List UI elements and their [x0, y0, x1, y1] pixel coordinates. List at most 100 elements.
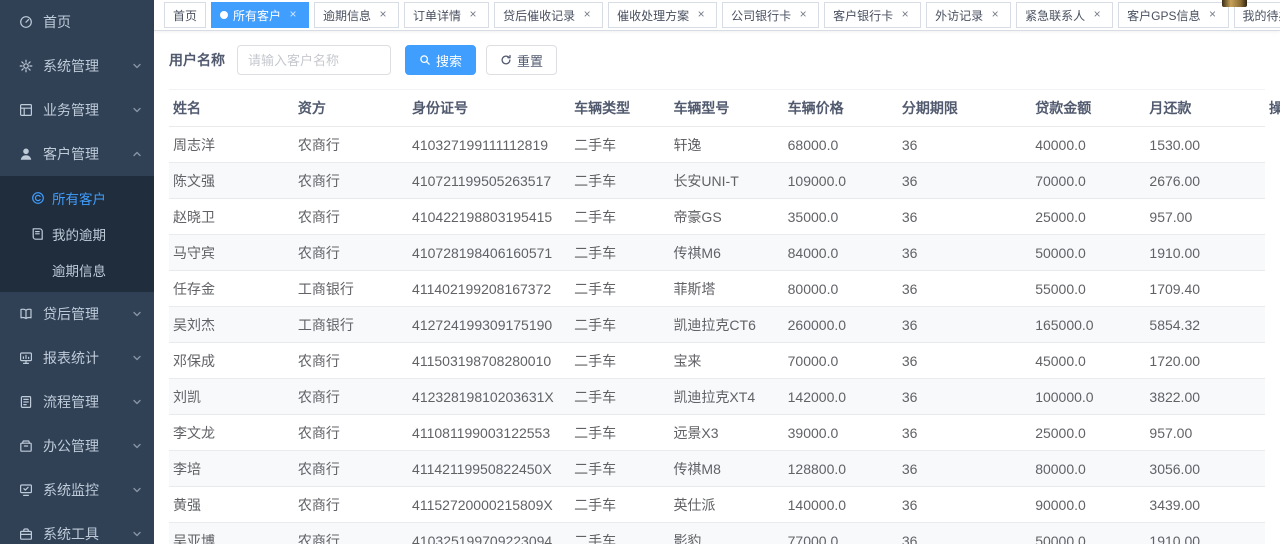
search-button-label: 搜索 [436, 51, 462, 70]
table-row: 马守宾农商行410728198406160571二手车传祺M684000.036… [169, 235, 1265, 271]
sidebar-item-label: 报表统计 [43, 348, 99, 368]
tab-label: 催收处理方案 [617, 7, 689, 24]
tab[interactable]: 首页 [164, 2, 206, 28]
tab[interactable]: 所有客户× [211, 2, 309, 28]
table-row: 周志洋农商行410327199111112819二手车轩逸68000.03640… [169, 127, 1265, 163]
close-icon[interactable]: × [898, 8, 912, 22]
tab[interactable]: 客户GPS信息 × [1118, 2, 1228, 28]
cell-loan_amount: 90000.0 [1031, 487, 1145, 523]
cell-term: 36 [898, 415, 1031, 451]
cell-vehicle_price: 128800.0 [784, 451, 898, 487]
close-icon[interactable]: × [796, 8, 810, 22]
cell-vehicle_type: 二手车 [570, 127, 669, 163]
sidebar-item[interactable]: 系统监控 [0, 468, 154, 512]
close-icon[interactable]: × [286, 8, 300, 22]
tab[interactable]: 催收处理方案 × [608, 2, 717, 28]
cell-term: 36 [898, 235, 1031, 271]
tab[interactable]: 公司银行卡× [722, 2, 819, 28]
cell-vehicle_price: 260000.0 [784, 307, 898, 343]
table-row: 刘凯农商行41232819810203631X二手车凯迪拉克XT4142000.… [169, 379, 1265, 415]
cell-id_number: 41142119950822450X [408, 451, 570, 487]
sidebar-item[interactable]: 我的逾期 [0, 216, 154, 252]
tab[interactable]: 订单详情 × [404, 2, 489, 28]
tab[interactable]: 逾期信息 × [314, 2, 399, 28]
cell-vehicle_model: 远景X3 [669, 415, 783, 451]
main-area: 首页所有客户×逾期信息×订单详情×贷后催收记录×催收处理方案×公司银行卡×客户银… [154, 0, 1280, 544]
sidebar: 首页系统管理业务管理客户管理所有客户我的逾期逾期信息贷后管理报表统计流程管理办公… [0, 0, 154, 544]
cell-name: 吴亚博 [169, 523, 294, 544]
cell-loan_amount: 25000.0 [1031, 199, 1145, 235]
close-icon[interactable]: × [1206, 8, 1220, 22]
sidebar-item[interactable]: 所有客户 [0, 180, 154, 216]
chevron-down-icon [132, 529, 142, 539]
reset-button[interactable]: 重置 [486, 45, 557, 75]
table-row: 吴亚博农商行410325199709223094二手车影豹77000.03650… [169, 523, 1265, 544]
tab-label: 订单详情 [413, 7, 461, 24]
tool-icon [18, 526, 34, 542]
sidebar-item[interactable]: 办公管理 [0, 424, 154, 468]
sidebar-item[interactable]: 首页 [0, 0, 154, 44]
table-row: 黄强农商行41152720000215809X二手车英仕派140000.0369… [169, 487, 1265, 523]
cell-term: 36 [898, 379, 1031, 415]
cell-funder: 工商银行 [294, 307, 408, 343]
close-icon[interactable]: × [466, 8, 480, 22]
tab[interactable]: 外访记录× [926, 2, 1011, 28]
cell-monthly_payment: 1910.00 [1145, 235, 1265, 271]
close-icon[interactable]: × [1090, 8, 1104, 22]
avatar-fragment[interactable] [1222, 0, 1247, 7]
sidebar-item-label: 我的逾期 [52, 224, 106, 244]
table-row: 赵晓卫农商行410422198803195415二手车帝豪GS35000.036… [169, 199, 1265, 235]
sidebar-item[interactable]: 流程管理 [0, 380, 154, 424]
chevron-down-icon [132, 309, 142, 319]
sidebar-item[interactable]: 客户管理 [0, 132, 154, 176]
close-icon[interactable]: × [694, 8, 708, 22]
sidebar-item[interactable]: 报表统计 [0, 336, 154, 380]
cell-term: 36 [898, 199, 1031, 235]
column-header: 贷款金额 [1031, 90, 1145, 127]
cell-funder: 农商行 [294, 127, 408, 163]
close-icon[interactable]: × [988, 8, 1002, 22]
sidebar-item-label: 流程管理 [43, 392, 99, 412]
search-label: 用户名称 [169, 50, 225, 70]
search-input[interactable] [237, 45, 391, 75]
sidebar-item-label: 贷后管理 [43, 304, 99, 324]
cell-vehicle_model: 凯迪拉克XT4 [669, 379, 783, 415]
close-icon[interactable]: × [580, 8, 594, 22]
openbook-icon [18, 306, 34, 322]
tab-label: 逾期信息 [323, 7, 371, 24]
column-header: 资方 [294, 90, 408, 127]
cell-name: 任存金 [169, 271, 294, 307]
sidebar-item[interactable]: 业务管理 [0, 88, 154, 132]
sidebar-item[interactable]: 逾期信息 [0, 252, 154, 288]
sidebar-item-label: 逾期信息 [52, 260, 106, 280]
cell-vehicle_type: 二手车 [570, 163, 669, 199]
cell-funder: 农商行 [294, 235, 408, 271]
tab[interactable]: 紧急联系人× [1016, 2, 1113, 28]
cell-id_number: 410721199505263517 [408, 163, 570, 199]
book-icon [31, 227, 45, 241]
cell-vehicle_model: 传祺M6 [669, 235, 783, 271]
column-header: 车辆类型 [570, 90, 669, 127]
column-header: 分期期限 [898, 90, 1031, 127]
cell-name: 赵晓卫 [169, 199, 294, 235]
cell-name: 李文龙 [169, 415, 294, 451]
cell-vehicle_price: 70000.0 [784, 343, 898, 379]
tab-label: 我的待办 [1243, 7, 1280, 24]
cell-vehicle_type: 二手车 [570, 523, 669, 544]
close-icon[interactable]: × [376, 8, 390, 22]
cell-funder: 农商行 [294, 199, 408, 235]
tab-label: 客户GPS信息 [1127, 7, 1200, 24]
cell-monthly_payment: 1720.00 [1145, 343, 1265, 379]
sidebar-item[interactable]: 贷后管理 [0, 292, 154, 336]
cell-id_number: 410327199111112819 [408, 127, 570, 163]
tab[interactable]: 客户银行卡× [824, 2, 921, 28]
table-row: 李培农商行41142119950822450X二手车传祺M8128800.036… [169, 451, 1265, 487]
sidebar-item[interactable]: 系统工具 [0, 512, 154, 544]
search-button[interactable]: 搜索 [405, 45, 476, 75]
tab[interactable]: 贷后催收记录× [494, 2, 603, 28]
sidebar-item-label: 系统工具 [43, 524, 99, 544]
cell-vehicle_price: 84000.0 [784, 235, 898, 271]
cell-vehicle_model: 长安UNI-T [669, 163, 783, 199]
cell-id_number: 410728198406160571 [408, 235, 570, 271]
sidebar-item[interactable]: 系统管理 [0, 44, 154, 88]
